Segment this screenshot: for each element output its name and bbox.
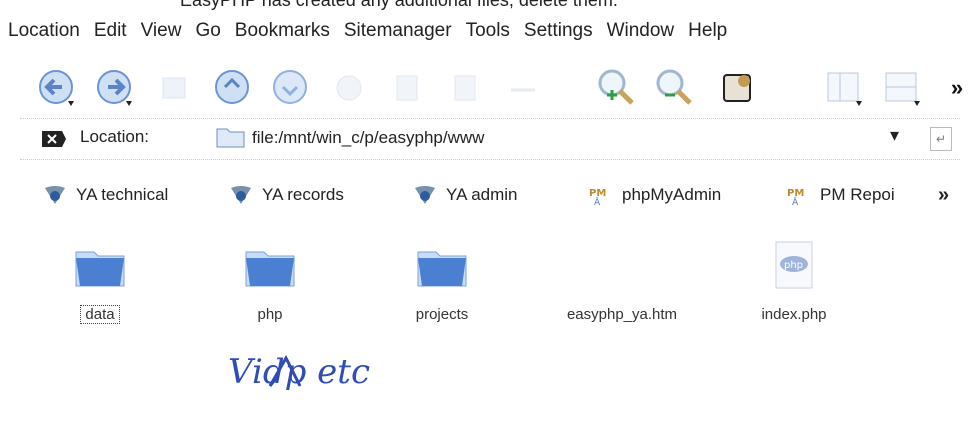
file-name: index.php: [761, 306, 827, 323]
php-file-icon: php: [764, 236, 824, 296]
menu-window[interactable]: Window: [607, 20, 675, 42]
file-name: projects: [415, 306, 469, 323]
view-icon: [827, 72, 862, 106]
bookmark-label: phpMyAdmin: [622, 185, 722, 204]
copy-button[interactable]: [382, 58, 432, 118]
bookmark-icon: [415, 186, 435, 204]
print-button[interactable]: [150, 58, 200, 118]
top-note: EasyPHP has created any additional files…: [180, 0, 618, 10]
separator-button: [498, 58, 548, 118]
paste-icon: [454, 75, 476, 101]
file-name: easyphp_ya.htm: [566, 306, 678, 323]
file-name: php: [257, 306, 283, 323]
folder-icon: [216, 128, 245, 148]
menu-edit[interactable]: Edit: [94, 20, 127, 42]
file-name: data: [80, 305, 120, 324]
file-item-projects[interactable]: projects: [382, 236, 502, 323]
stop-button[interactable]: [324, 58, 374, 118]
bookmark-label: PM Repoi: [820, 185, 895, 204]
folder-icon: [412, 236, 472, 296]
forward-button[interactable]: [92, 58, 142, 118]
location-label: Location:: [80, 127, 149, 146]
home-icon: [215, 70, 249, 104]
copy-icon: [396, 75, 418, 101]
menu-bookmarks[interactable]: Bookmarks: [235, 20, 330, 42]
menubar: Location Edit View Go Bookmarks Sitemana…: [8, 14, 958, 48]
bookmark-item-phpmyadmin[interactable]: PM Â phpMyAdmin: [588, 184, 721, 206]
bookmark-item-pm-report[interactable]: PM Â PM Repoi: [786, 184, 895, 206]
file-view: data php projects easyphp_ya.htm php ind…: [0, 236, 969, 346]
bookmark-label: YA technical: [76, 185, 169, 204]
back-icon: [39, 70, 74, 106]
view-split-button[interactable]: [878, 58, 928, 118]
zoom-out-button[interactable]: [650, 58, 700, 118]
svg-text:Â: Â: [594, 196, 601, 206]
file-item-data[interactable]: data: [40, 236, 160, 324]
phpmyadmin-icon: PMÂ: [787, 188, 804, 206]
bookmark-label: YA admin: [446, 185, 518, 204]
forward-icon: [97, 70, 132, 106]
menu-location[interactable]: Location: [8, 20, 80, 42]
toolbar: »: [20, 58, 963, 122]
bookmark-bar: YA technical YA records YA admin PM Â php…: [20, 174, 960, 216]
svg-text:Â: Â: [792, 196, 799, 206]
folder-icon: [240, 236, 300, 296]
zoom-in-icon: [598, 69, 634, 105]
bookmark-icon: [231, 186, 251, 204]
chevron-down-icon[interactable]: ▾: [890, 125, 899, 146]
menu-go[interactable]: Go: [195, 20, 220, 42]
bookmark-item-ya-technical[interactable]: YA technical: [42, 184, 168, 206]
view-button[interactable]: [820, 58, 870, 118]
file-item-php[interactable]: php: [210, 236, 330, 323]
bookmark-item-ya-records[interactable]: YA records: [228, 184, 344, 206]
menu-view[interactable]: View: [141, 20, 182, 42]
back-button[interactable]: [34, 58, 84, 118]
stop-icon: [336, 75, 362, 101]
menu-help[interactable]: Help: [688, 20, 727, 42]
view-split-icon: [885, 72, 920, 106]
bookmark-item-ya-admin[interactable]: YA admin: [412, 184, 518, 206]
phpmyadmin-icon: PMÂ: [589, 188, 606, 206]
location-bar: Location: file:/mnt/win_c/p/easyphp/www …: [20, 118, 960, 160]
bookmarks-more-button[interactable]: »: [938, 184, 949, 207]
home-button[interactable]: [208, 58, 258, 118]
file-item-easyphp-ya-htm[interactable]: easyphp_ya.htm: [562, 236, 682, 323]
clear-location-icon[interactable]: [40, 129, 68, 149]
find-button[interactable]: [714, 58, 764, 118]
find-icon: [723, 74, 751, 102]
svg-text:php: php: [784, 260, 803, 271]
bookmark-icon: [45, 186, 65, 204]
go-button[interactable]: ↵: [930, 127, 952, 151]
paste-button[interactable]: [440, 58, 490, 118]
html-file-icon: [592, 236, 652, 296]
toolbar-more-button[interactable]: »: [932, 58, 969, 118]
bookmark-label: YA records: [262, 185, 344, 204]
location-field[interactable]: file:/mnt/win_c/p/easyphp/www: [216, 123, 876, 153]
location-url: file:/mnt/win_c/p/easyphp/www: [252, 128, 485, 147]
separator-icon: [511, 88, 535, 92]
print-icon: [162, 77, 186, 99]
zoom-in-button[interactable]: [592, 58, 642, 118]
zoom-out-icon: [656, 69, 692, 105]
menu-sitemanager[interactable]: Sitemanager: [344, 20, 452, 42]
folder-icon: [70, 236, 130, 296]
handwritten-annotation: Vidp etc: [228, 352, 370, 392]
reload-icon: [273, 70, 307, 104]
menu-settings[interactable]: Settings: [524, 20, 593, 42]
reload-button[interactable]: [266, 58, 316, 118]
file-item-index-php[interactable]: php index.php: [734, 236, 854, 323]
menu-tools[interactable]: Tools: [466, 20, 510, 42]
